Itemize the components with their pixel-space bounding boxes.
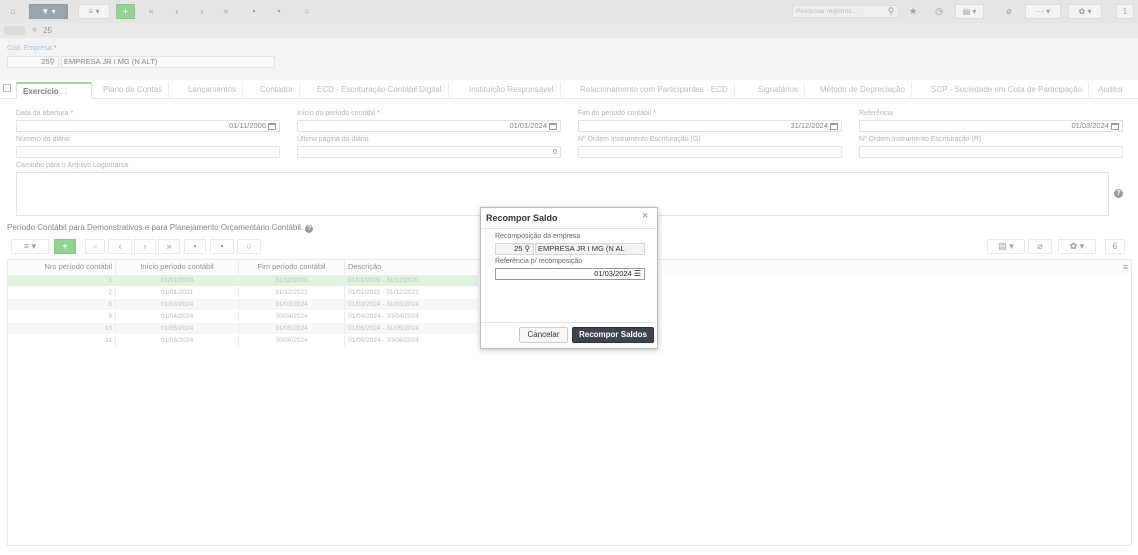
- cancel-button[interactable]: Cancelar: [519, 327, 568, 343]
- referencia-recomposicao-label: Referência p/ recomposição: [495, 258, 583, 265]
- empresa-recomposicao-label: Recomposição da empresa: [495, 233, 581, 240]
- dialog-title: Recompor Saldo: [486, 213, 558, 223]
- empresa-name-field: EMPRESA JR I MG (N AL: [535, 243, 645, 255]
- dialog-divider: [481, 228, 657, 229]
- calendar-icon[interactable]: ☰: [634, 269, 641, 278]
- empresa-code-field[interactable]: 25 ⚲: [495, 243, 534, 255]
- dialog-divider: [481, 322, 657, 323]
- referencia-recomposicao-field[interactable]: 01/03/2024 ☰: [495, 268, 645, 280]
- close-icon[interactable]: ×: [642, 210, 648, 222]
- recompor-saldos-button[interactable]: Recompor Saldos: [572, 327, 654, 343]
- recompor-saldo-dialog: Recompor Saldo × Recomposição da empresa…: [480, 207, 658, 349]
